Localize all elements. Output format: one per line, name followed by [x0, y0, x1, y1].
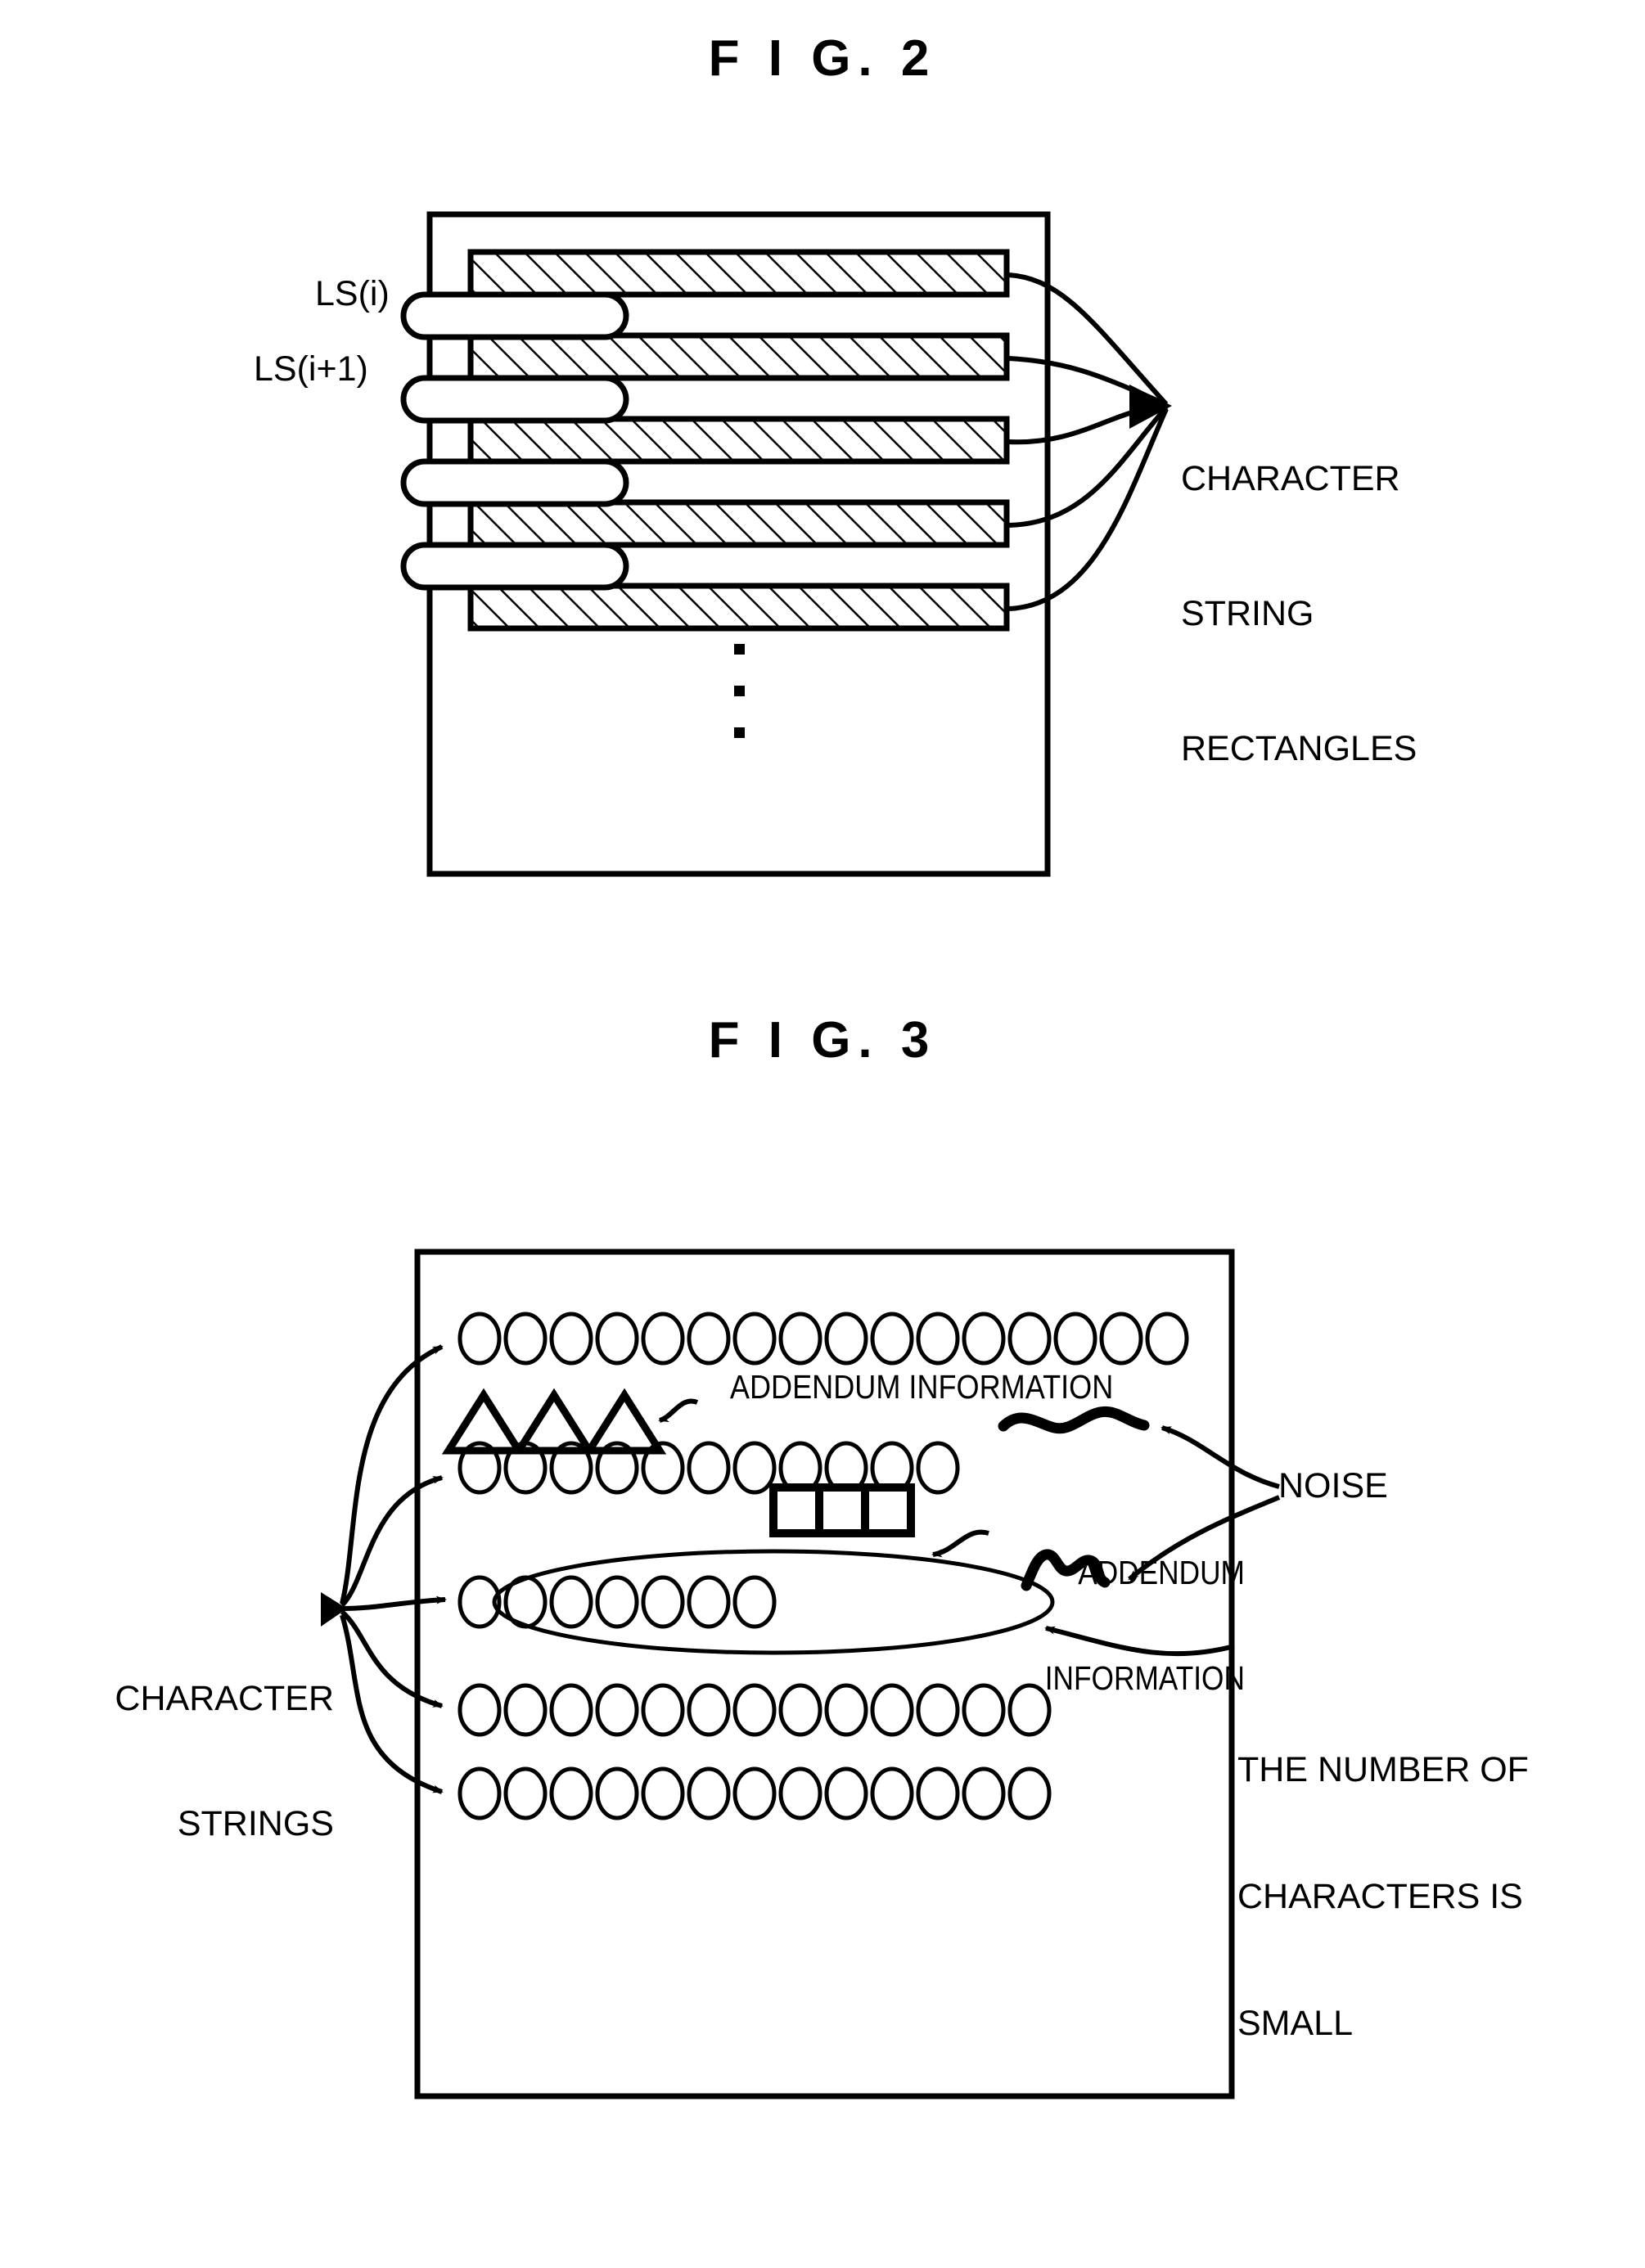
label-ls-i: LS(i) — [315, 274, 390, 313]
csr-line-3: RECTANGLES — [1181, 729, 1417, 769]
character-string-rectangle — [467, 249, 1010, 298]
continuation-dot — [734, 644, 745, 655]
numsmall-line-3: SMALL — [1237, 2003, 1354, 2043]
character-string-rectangle — [467, 332, 1010, 381]
figure-2-group — [400, 211, 1172, 877]
continuation-dot — [734, 686, 745, 696]
continuation-dot — [734, 727, 745, 738]
csr-line-1: CHARACTER — [1181, 459, 1400, 499]
addendum-square — [769, 1483, 823, 1537]
character-string-rectangle — [467, 499, 1010, 548]
label-addendum-information-1: ADDENDUM INFORMATION — [729, 1368, 1114, 1406]
character-string-rectangle — [467, 416, 1010, 465]
addendum-square — [815, 1483, 869, 1537]
line-spacing-pill — [400, 291, 629, 340]
label-character-string-rectangles: CHARACTER STRING RECTANGLES — [1181, 367, 1417, 862]
addendum2-line-1: ADDENDUM — [1078, 1554, 1245, 1592]
character-strings-line-1: CHARACTER — [115, 1679, 334, 1719]
label-character-strings: CHARACTER STRINGS — [97, 1595, 334, 1928]
addendum2-line-2: INFORMATION — [1044, 1659, 1245, 1698]
line-spacing-pill — [400, 542, 629, 591]
patent-figure-sheet: F I G. 2 F I G. 3 LS(i) LS(i+1) CHARACTE… — [0, 0, 1645, 2268]
line-spacing-pill — [400, 375, 629, 424]
character-string-rectangle — [467, 583, 1010, 632]
label-addendum-information-2: ADDENDUM INFORMATION — [1045, 1485, 1245, 1766]
label-ls-i-plus-1: LS(i+1) — [254, 349, 368, 389]
label-number-of-characters-is-small: THE NUMBER OF CHARACTERS IS SMALL — [1237, 1665, 1529, 2130]
numsmall-line-2: CHARACTERS IS — [1237, 1876, 1523, 1916]
addendum-square — [861, 1483, 915, 1537]
csr-line-2: STRING — [1181, 594, 1314, 634]
character-strings-line-2: STRINGS — [177, 1803, 334, 1843]
label-noise: NOISE — [1278, 1466, 1388, 1505]
addendum-squares — [769, 1483, 915, 1537]
line-spacing-pill — [400, 458, 629, 507]
numsmall-line-1: THE NUMBER OF — [1237, 1750, 1529, 1790]
